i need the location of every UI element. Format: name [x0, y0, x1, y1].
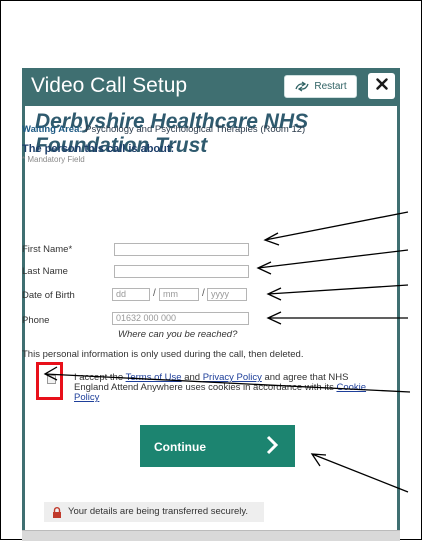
waiting-area-label: Waiting Area:	[22, 124, 83, 135]
restart-label: Restart	[314, 81, 347, 92]
close-button[interactable]	[368, 73, 395, 99]
dialog-title: Video Call Setup	[31, 74, 188, 97]
secure-transfer-note: Your details are being transferred secur…	[44, 502, 264, 522]
phone-input[interactable]: 01632 000 000	[112, 312, 249, 325]
first-name-input[interactable]	[114, 243, 249, 256]
background-strip	[22, 530, 400, 541]
lock-icon	[52, 507, 62, 521]
phone-label: Phone	[22, 315, 50, 326]
last-name-input[interactable]	[114, 265, 249, 278]
restart-arrows-icon	[294, 81, 310, 92]
continue-label: Continue	[154, 440, 206, 454]
consent-checkbox[interactable]	[47, 375, 56, 384]
close-icon	[375, 77, 388, 95]
last-name-label: Last Name	[22, 266, 68, 277]
phone-hint: Where can you be reached?	[118, 329, 238, 340]
dob-year-input[interactable]: yyyy	[207, 288, 247, 301]
dob-month-input[interactable]: mm	[159, 288, 199, 301]
consent-text: I accept the Terms of Use and Privacy Po…	[74, 373, 374, 403]
secure-note-text: Your details are being transferred secur…	[68, 506, 249, 517]
restart-button[interactable]: Restart	[284, 75, 357, 98]
waiting-area-value: Psychology and Psychological Therapies (…	[85, 124, 306, 135]
first-name-label: First Name*	[22, 244, 73, 255]
dob-separator: /	[202, 288, 205, 299]
dob-separator: /	[153, 288, 156, 299]
dob-day-input[interactable]: dd	[112, 288, 150, 301]
privacy-info: This personal information is only used d…	[22, 349, 304, 360]
dialog-header: Video Call Setup Restart	[22, 68, 400, 106]
waiting-area: Waiting Area: Psychology and Psychologic…	[22, 124, 305, 135]
date-of-birth-label: Date of Birth	[22, 290, 75, 301]
chevron-right-icon	[265, 434, 279, 459]
form-heading: The person this call is about:	[22, 143, 175, 155]
continue-button[interactable]: Continue	[140, 425, 295, 467]
mandatory-note: * Mandatory Field	[22, 155, 85, 164]
